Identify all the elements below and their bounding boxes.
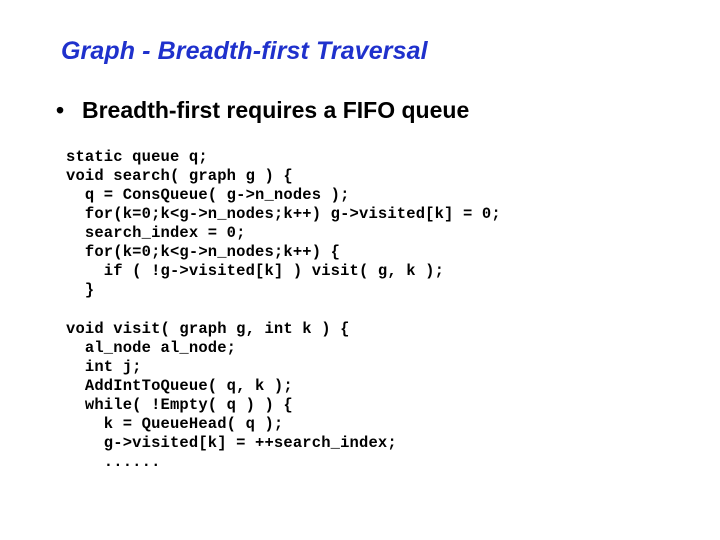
- list-item: • Breadth-first requires a FIFO queue: [56, 96, 469, 124]
- code-line: search_index = 0;: [66, 224, 246, 242]
- code-line: static queue q;: [66, 148, 208, 166]
- code-line: ......: [66, 453, 161, 471]
- slide-canvas: Graph - Breadth-first Traversal • Breadt…: [0, 0, 720, 540]
- code-block-search-function: static queue q; void search( graph g ) {…: [66, 148, 501, 300]
- code-block-visit-function: void visit( graph g, int k ) { al_node a…: [66, 320, 397, 472]
- code-line: q = ConsQueue( g->n_nodes );: [66, 186, 350, 204]
- code-line: for(k=0;k<g->n_nodes;k++) {: [66, 243, 341, 261]
- bullet-list: • Breadth-first requires a FIFO queue: [56, 96, 469, 124]
- code-line: void search( graph g ) {: [66, 167, 293, 185]
- code-line: for(k=0;k<g->n_nodes;k++) g->visited[k] …: [66, 205, 501, 223]
- code-line: g->visited[k] = ++search_index;: [66, 434, 397, 452]
- code-line: if ( !g->visited[k] ) visit( g, k );: [66, 262, 445, 280]
- code-line: k = QueueHead( q );: [66, 415, 284, 433]
- code-line: }: [66, 281, 95, 299]
- bullet-item-label: Breadth-first requires a FIFO queue: [82, 97, 470, 123]
- bullet-point-icon: •: [56, 97, 65, 123]
- code-line: while( !Empty( q ) ) {: [66, 396, 293, 414]
- code-line: al_node al_node;: [66, 339, 237, 357]
- code-line: int j;: [66, 358, 142, 376]
- page-title: Graph - Breadth-first Traversal: [61, 37, 428, 65]
- code-line: void visit( graph g, int k ) {: [66, 320, 350, 338]
- code-line: AddIntToQueue( q, k );: [66, 377, 293, 395]
